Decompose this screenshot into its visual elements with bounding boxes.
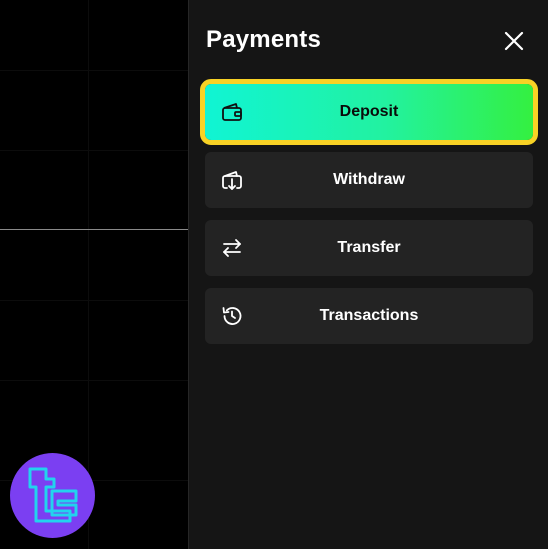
menu-item-deposit[interactable]: Deposit [200,79,538,145]
payments-menu: Deposit Withdraw Transfer Transactions [200,79,538,356]
chart-grid-line [0,300,188,301]
transfer-arrows-icon [221,237,243,259]
wallet-icon [221,101,243,123]
chart-grid-line [0,380,188,381]
close-button[interactable] [502,29,526,53]
chart-grid-line [88,0,89,549]
withdraw-icon [221,169,243,191]
close-icon [504,31,524,51]
chart-grid-line [0,70,188,71]
menu-item-label: Deposit [339,103,399,120]
menu-item-transactions[interactable]: Transactions [205,288,533,344]
payments-panel: Payments Deposit Withdraw Transfer Trans… [188,0,548,549]
history-icon [221,305,243,327]
brand-logo-icon [10,453,95,538]
chart-background [0,0,188,549]
menu-item-withdraw[interactable]: Withdraw [205,152,533,208]
chart-grid-line [0,150,188,151]
menu-item-label: Withdraw [333,171,405,188]
chart-crosshair-line [0,229,188,230]
menu-item-label: Transfer [337,239,401,256]
menu-item-label: Transactions [319,307,419,324]
panel-title: Payments [206,26,321,53]
menu-item-transfer[interactable]: Transfer [205,220,533,276]
